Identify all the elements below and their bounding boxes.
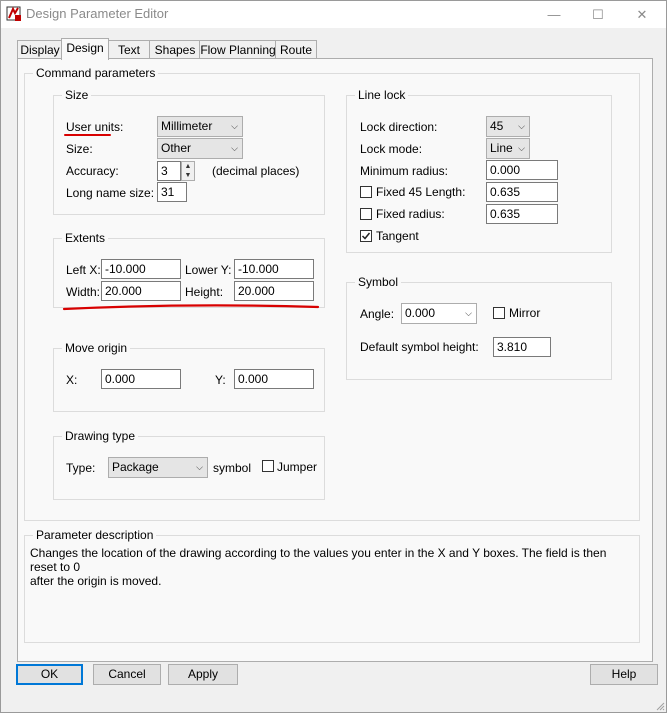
- tangent-checkbox[interactable]: [360, 230, 372, 242]
- description-line-1: Changes the location of the drawing acco…: [30, 546, 607, 574]
- tab-route[interactable]: Route: [275, 40, 317, 59]
- title-bar[interactable]: Design Parameter Editor — ☐ ✕: [1, 1, 666, 28]
- drawing-type-value: Package: [112, 460, 159, 474]
- line-lock-title: Line lock: [355, 88, 409, 102]
- left-x-input[interactable]: -10.000: [101, 259, 181, 279]
- jumper-checkbox[interactable]: [262, 460, 274, 472]
- drawing-type-select[interactable]: Package ⌵: [108, 457, 208, 478]
- long-name-size-label: Long name size:: [66, 186, 155, 200]
- fixed-45-length-input[interactable]: 0.635: [486, 182, 558, 202]
- minimum-radius-label: Minimum radius:: [360, 164, 449, 178]
- app-icon: [6, 6, 21, 21]
- cancel-button[interactable]: Cancel: [93, 664, 161, 685]
- size-label: Size:: [66, 142, 93, 156]
- origin-x-input[interactable]: 0.000: [101, 369, 181, 389]
- type-suffix: symbol: [213, 461, 252, 475]
- ok-button[interactable]: OK: [16, 664, 83, 685]
- lower-y-input[interactable]: -10.000: [234, 259, 314, 279]
- spin-down-icon[interactable]: ▼: [182, 171, 194, 180]
- extents-annotation: [62, 304, 320, 311]
- tab-display[interactable]: Display: [17, 40, 63, 59]
- window-title: Design Parameter Editor: [26, 6, 169, 21]
- maximize-button[interactable]: ☐: [576, 1, 620, 28]
- type-label: Type:: [66, 461, 96, 475]
- user-units-value: Millimeter: [161, 119, 213, 133]
- move-origin-title: Move origin: [62, 341, 131, 355]
- size-select[interactable]: Other ⌵: [157, 138, 243, 159]
- size-title: Size: [62, 88, 92, 102]
- lock-direction-value: 45: [490, 119, 504, 133]
- long-name-size-input[interactable]: 31: [157, 182, 187, 202]
- tab-text[interactable]: Text: [107, 40, 151, 59]
- lower-y-label: Lower Y:: [185, 263, 232, 277]
- height-input[interactable]: 20.000: [234, 281, 314, 301]
- user-units-label: User units:: [66, 120, 124, 134]
- close-button[interactable]: ✕: [620, 1, 664, 28]
- minimize-button[interactable]: —: [532, 1, 576, 28]
- apply-button[interactable]: Apply: [168, 664, 238, 685]
- left-x-label: Left X:: [66, 263, 101, 277]
- command-parameters-title: Command parameters: [33, 66, 159, 80]
- chevron-down-icon: ⌵: [465, 308, 472, 318]
- height-label: Height:: [185, 285, 224, 299]
- default-symbol-height-label: Default symbol height:: [360, 340, 479, 354]
- tab-flow-planning[interactable]: Flow Planning: [199, 40, 277, 59]
- accuracy-suffix: (decimal places): [212, 164, 300, 178]
- tangent-label: Tangent: [376, 229, 419, 243]
- symbol-group: Symbol: [346, 275, 612, 380]
- origin-y-input[interactable]: 0.000: [234, 369, 314, 389]
- spin-up-icon[interactable]: ▲: [182, 162, 194, 171]
- origin-y-label: Y:: [215, 373, 226, 387]
- default-symbol-height-input[interactable]: 3.810: [493, 337, 551, 357]
- mirror-checkbox[interactable]: [493, 307, 505, 319]
- parameter-description-text: Changes the location of the drawing acco…: [30, 546, 620, 588]
- fixed-radius-input[interactable]: 0.635: [486, 204, 558, 224]
- checkmark-icon: [361, 232, 371, 240]
- tab-design[interactable]: Design: [61, 38, 109, 60]
- fixed-radius-checkbox[interactable]: [360, 208, 372, 220]
- lock-mode-label: Lock mode:: [360, 142, 423, 156]
- chevron-down-icon: ⌵: [518, 143, 525, 153]
- size-value: Other: [161, 141, 192, 155]
- parameter-description-title: Parameter description: [33, 528, 157, 542]
- description-line-2: after the origin is moved.: [30, 574, 162, 588]
- lock-mode-select[interactable]: Line ⌵: [486, 138, 530, 159]
- accuracy-spinner[interactable]: ▲ ▼: [181, 161, 195, 181]
- chevron-down-icon: ⌵: [518, 121, 525, 131]
- lock-direction-select[interactable]: 45 ⌵: [486, 116, 530, 137]
- accuracy-input[interactable]: 3: [157, 161, 181, 181]
- chevron-down-icon: ⌵: [231, 121, 238, 131]
- user-units-select[interactable]: Millimeter ⌵: [157, 116, 243, 137]
- symbol-title: Symbol: [355, 275, 402, 289]
- lock-mode-value: Line: [490, 141, 513, 155]
- origin-x-label: X:: [66, 373, 78, 387]
- accuracy-label: Accuracy:: [66, 164, 119, 178]
- user-units-annotation: [64, 134, 111, 136]
- width-label: Width:: [66, 285, 101, 299]
- angle-label: Angle:: [360, 307, 395, 321]
- drawing-type-title: Drawing type: [62, 429, 139, 443]
- minimum-radius-input[interactable]: 0.000: [486, 160, 558, 180]
- lock-direction-label: Lock direction:: [360, 120, 438, 134]
- angle-select[interactable]: 0.000 ⌵: [401, 303, 477, 324]
- resize-grip-icon[interactable]: [655, 701, 665, 711]
- chevron-down-icon: ⌵: [231, 143, 238, 153]
- fixed-45-length-checkbox[interactable]: [360, 186, 372, 198]
- angle-value: 0.000: [405, 306, 436, 320]
- fixed-radius-label: Fixed radius:: [376, 207, 445, 221]
- mirror-label: Mirror: [509, 306, 541, 320]
- chevron-down-icon: ⌵: [196, 462, 203, 472]
- fixed-45-length-label: Fixed 45 Length:: [376, 185, 466, 199]
- jumper-label: Jumper: [277, 460, 318, 474]
- help-button[interactable]: Help: [590, 664, 658, 685]
- tab-shapes[interactable]: Shapes: [149, 40, 201, 59]
- extents-title: Extents: [62, 231, 109, 245]
- width-input[interactable]: 20.000: [101, 281, 181, 301]
